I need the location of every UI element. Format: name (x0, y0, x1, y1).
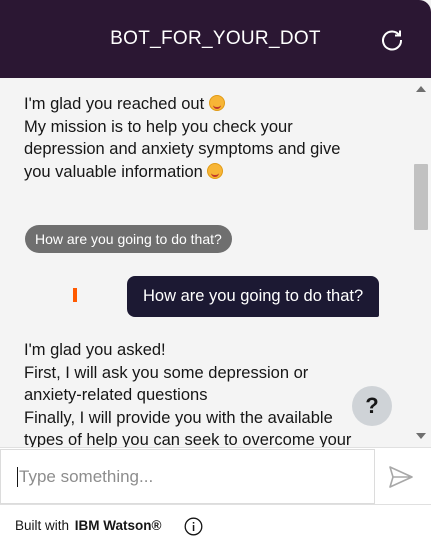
quick-reply-button[interactable]: How are you going to do that? (25, 225, 232, 253)
restart-icon[interactable] (379, 26, 405, 52)
help-button[interactable]: ? (352, 386, 392, 426)
smiley-emoji-icon (207, 162, 224, 179)
text-caret (17, 467, 18, 487)
message-list: I'm glad you reached out My mission is t… (0, 78, 411, 447)
scroll-up-arrow-icon[interactable] (416, 86, 426, 92)
smiley-emoji-icon (208, 95, 225, 111)
send-icon[interactable] (388, 465, 414, 489)
bot-message-reply: I'm glad you asked! First, I will ask yo… (24, 339, 394, 447)
bot-reply-line: I'm glad you asked! (24, 341, 166, 359)
bot-reply-line: anxiety-related questions (24, 386, 208, 404)
message-composer (0, 447, 431, 504)
message-input-box[interactable] (0, 449, 375, 504)
info-icon[interactable] (184, 517, 203, 536)
scroll-down-arrow-icon[interactable] (416, 433, 426, 439)
built-with-label: Built with IBM Watson® (15, 518, 162, 533)
built-with-text: Built with (15, 518, 70, 533)
typing-indicator-icon (73, 288, 77, 302)
brand-name: IBM Watson® (74, 518, 162, 533)
bot-intro-line: you valuable information (24, 162, 203, 181)
scroll-thumb[interactable] (414, 164, 428, 230)
user-message: How are you going to do that? (127, 276, 380, 317)
message-scrollbar[interactable] (411, 78, 431, 447)
bot-reply-line: Finally, I will provide you with the ava… (24, 408, 333, 427)
bot-reply-line: types of help you can seek to overcome y… (24, 431, 352, 447)
bot-intro-line: My mission is to help you check your (24, 117, 293, 136)
bot-reply-line: First, I will ask you some depression or (24, 363, 309, 382)
message-input[interactable] (19, 462, 359, 492)
bot-intro-line: depression and anxiety symptoms and give (24, 140, 341, 158)
bot-intro-line: I'm glad you reached out (24, 95, 205, 113)
bot-title: BOT_FOR_YOUR_DOT (110, 28, 321, 49)
bot-message-intro: I'm glad you reached out My mission is t… (24, 93, 394, 183)
chat-header: BOT_FOR_YOUR_DOT (0, 0, 431, 78)
footer: Built with IBM Watson® (0, 504, 431, 547)
